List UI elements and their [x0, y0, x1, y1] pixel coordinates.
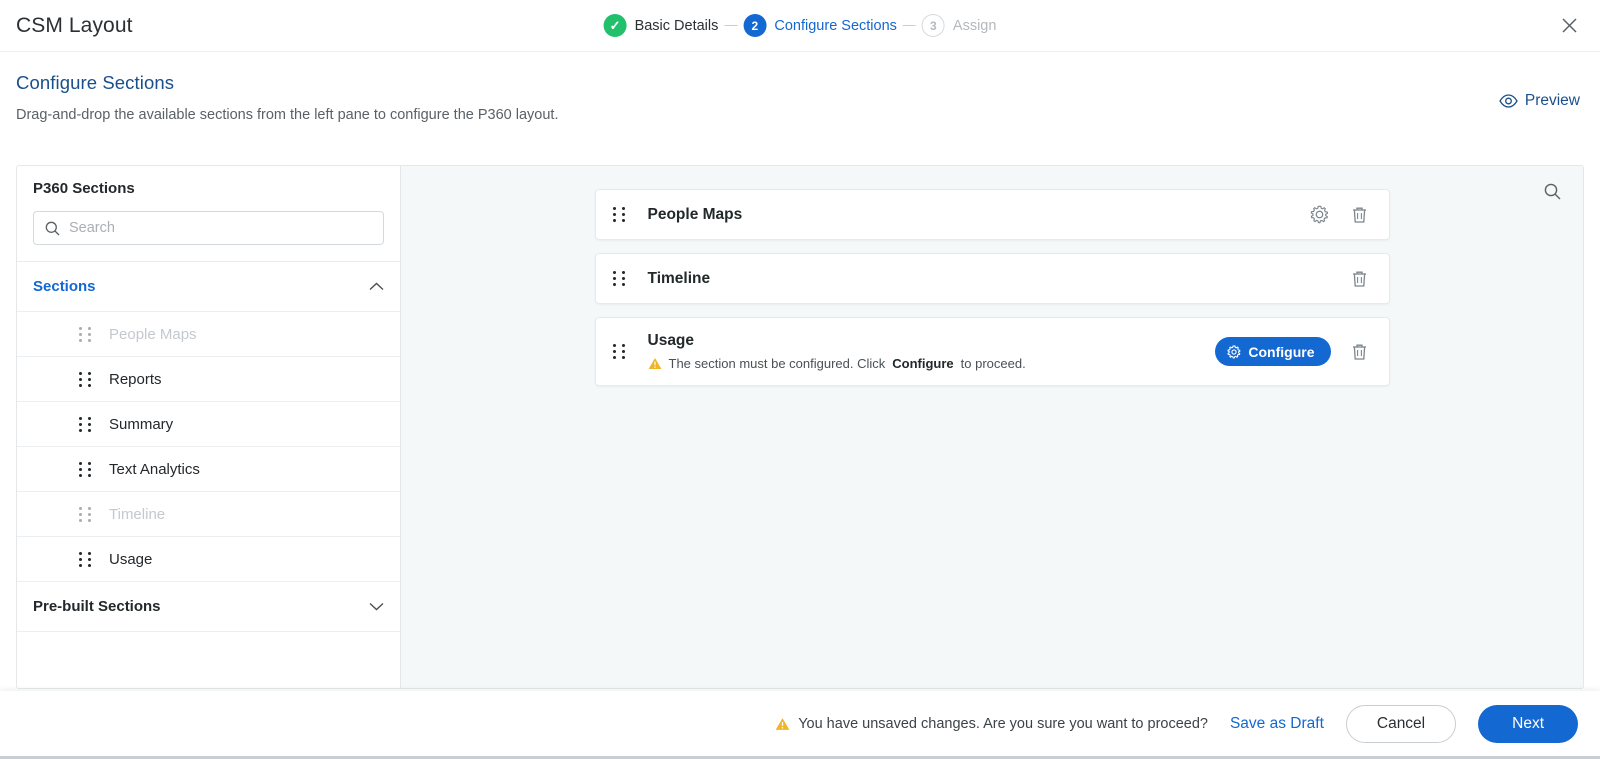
canvas-card-people-maps[interactable]: People Maps [594, 189, 1390, 240]
drag-handle-icon[interactable] [79, 371, 92, 387]
card-title: People Maps [647, 205, 743, 223]
save-as-draft-button[interactable]: Save as Draft [1230, 715, 1324, 733]
card-actions: Configure [1215, 337, 1370, 366]
card-title: Timeline [647, 269, 711, 287]
drag-handle-icon[interactable] [79, 551, 92, 567]
preview-label: Preview [1524, 92, 1580, 109]
accordion-pre-built-sections[interactable]: Pre-built Sections [17, 582, 400, 632]
step-2-label: Configure Sections [774, 17, 897, 34]
section-item-label: Timeline [109, 505, 166, 523]
drag-handle-icon[interactable] [612, 207, 626, 222]
eye-icon [1499, 94, 1518, 108]
card-warning-text-before: The section must be configured. Click [668, 356, 886, 371]
card-content: Usage The section must be configured. Cl… [648, 332, 1216, 371]
configure-button[interactable]: Configure [1215, 337, 1331, 366]
unsaved-changes-text: You have unsaved changes. Are you sure y… [798, 715, 1208, 732]
unsaved-changes-message: You have unsaved changes. Are you sure y… [775, 716, 1208, 732]
trash-icon[interactable] [1349, 204, 1371, 226]
warning-triangle-icon [775, 717, 790, 731]
section-item-label: Reports [109, 370, 162, 388]
canvas-card-list: People Maps Timeline Usage The section m… [401, 166, 1583, 386]
section-item-text-analytics[interactable]: Text Analytics [17, 447, 400, 492]
section-item-label: People Maps [109, 325, 197, 343]
step-assign[interactable]: 3 Assign [921, 14, 997, 37]
step-configure-sections[interactable]: 2 Configure Sections [743, 14, 897, 37]
canvas-search-icon[interactable] [1539, 178, 1565, 204]
trash-icon[interactable] [1349, 268, 1371, 290]
cancel-button[interactable]: Cancel [1345, 704, 1457, 743]
preview-button[interactable]: Preview [1499, 92, 1580, 110]
section-item-reports[interactable]: Reports [17, 357, 400, 402]
close-icon[interactable] [1556, 13, 1582, 39]
card-warning-message: The section must be configured. Click Co… [648, 356, 1216, 371]
step-1-label: Basic Details [634, 17, 719, 34]
step-3-label: Assign [952, 17, 997, 34]
chevron-down-icon [369, 602, 384, 611]
drag-handle-icon [79, 506, 92, 522]
app-title: CSM Layout [16, 13, 133, 37]
step-basic-details[interactable]: ✓ Basic Details [603, 14, 719, 37]
dialog-header: CSM Layout ✓ Basic Details 2 Configure S… [0, 0, 1600, 52]
section-item-people-maps: People Maps [17, 312, 400, 357]
section-item-summary[interactable]: Summary [17, 402, 400, 447]
wizard-stepper: ✓ Basic Details 2 Configure Sections 3 A… [603, 14, 997, 37]
card-content: Timeline [648, 270, 1349, 288]
card-title: Usage [647, 332, 695, 349]
step-2-badge: 2 [743, 14, 767, 37]
drag-handle-icon[interactable] [612, 344, 626, 359]
sidebar-header: P360 Sections [17, 166, 400, 262]
section-item-label: Text Analytics [109, 460, 200, 478]
next-button[interactable]: Next [1478, 704, 1578, 743]
section-item-usage[interactable]: Usage [17, 537, 400, 582]
card-warning-text-after: to proceed. [960, 356, 1026, 371]
accordion-sections[interactable]: Sections [17, 262, 400, 312]
configure-button-label: Configure [1248, 343, 1315, 360]
chevron-up-icon [369, 282, 384, 291]
search-icon [45, 221, 60, 236]
csm-layout-dialog: CSM Layout ✓ Basic Details 2 Configure S… [0, 0, 1600, 759]
card-content: People Maps [648, 206, 1309, 224]
page-title: Configure Sections [16, 72, 175, 93]
sidebar-search[interactable] [33, 211, 384, 245]
step-connector [902, 25, 916, 26]
layout-canvas: People Maps Timeline Usage The section m… [401, 166, 1583, 688]
card-actions [1349, 268, 1371, 290]
layout-builder: P360 Sections Sections People Map [16, 165, 1584, 689]
step-3-badge: 3 [921, 14, 945, 37]
search-input[interactable] [69, 220, 372, 236]
section-item-label: Usage [109, 550, 153, 568]
trash-icon[interactable] [1349, 341, 1371, 363]
section-item-timeline: Timeline [17, 492, 400, 537]
accordion-pre-built-label: Pre-built Sections [33, 598, 161, 615]
sections-sidebar: P360 Sections Sections People Map [17, 166, 401, 688]
drag-handle-icon[interactable] [79, 461, 92, 477]
drag-handle-icon[interactable] [79, 416, 92, 432]
canvas-card-usage[interactable]: Usage The section must be configured. Cl… [594, 317, 1390, 386]
drag-handle-icon[interactable] [612, 271, 626, 286]
gear-icon [1227, 344, 1241, 359]
step-1-badge: ✓ [603, 14, 627, 37]
card-actions [1309, 204, 1371, 226]
sections-list: People Maps Reports Summary Text Analyti… [17, 312, 400, 582]
canvas-card-timeline[interactable]: Timeline [594, 253, 1390, 304]
accordion-sections-label: Sections [33, 278, 96, 295]
step-connector [724, 25, 738, 26]
section-item-label: Summary [109, 415, 174, 433]
drag-handle-icon [79, 326, 92, 342]
sidebar-title: P360 Sections [33, 180, 135, 197]
page-header: Configure Sections Drag-and-drop the ava… [0, 52, 1600, 142]
page-subtitle: Drag-and-drop the available sections fro… [16, 107, 559, 123]
warning-triangle-icon [648, 357, 662, 370]
dialog-footer: You have unsaved changes. Are you sure y… [0, 691, 1600, 759]
card-warning-text-bold: Configure [892, 356, 954, 371]
gear-icon[interactable] [1309, 204, 1331, 226]
